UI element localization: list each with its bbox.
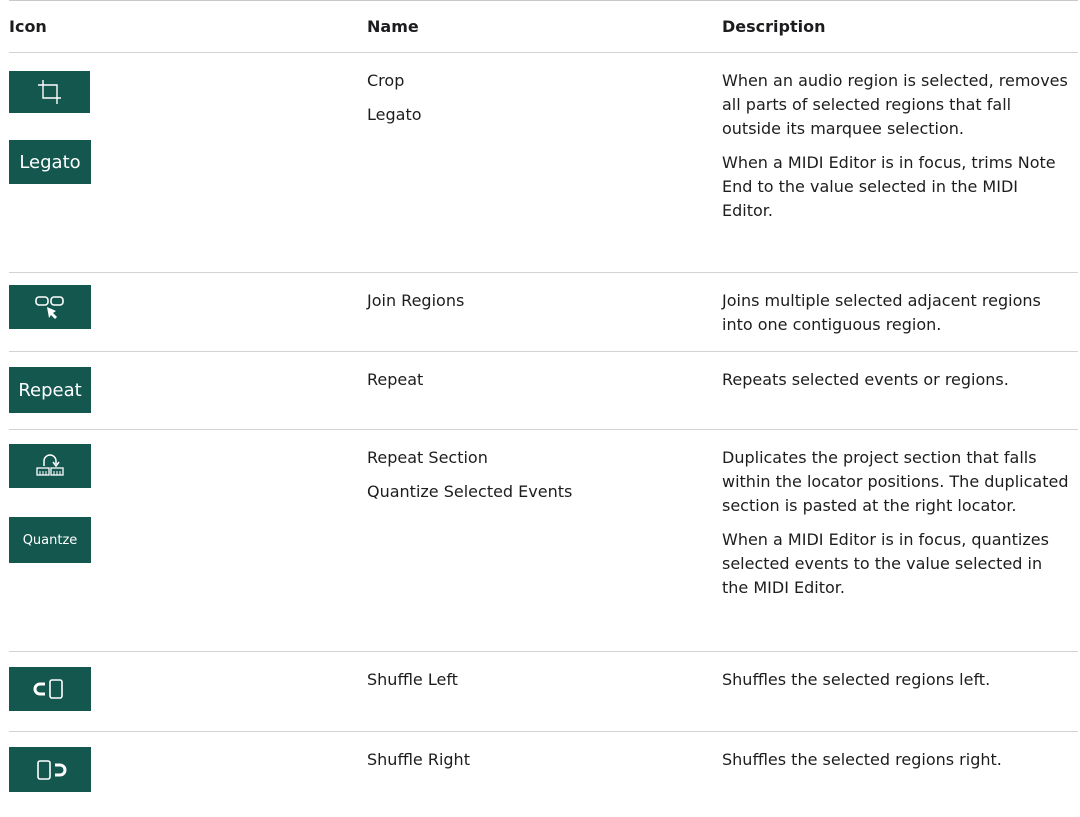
command-description: Duplicates the project section that fall…: [722, 448, 1069, 515]
quantize-icon-label: Quantze: [22, 532, 78, 548]
legato-icon[interactable]: Legato: [9, 140, 91, 184]
join-regions-icon[interactable]: [9, 285, 91, 329]
table-header: Icon Name Description: [9, 1, 1078, 53]
command-description: Joins multiple selected adjacent regions…: [722, 291, 1041, 334]
command-name: Quantize Selected Events: [367, 482, 573, 501]
repeat-section-icon[interactable]: [9, 444, 91, 488]
table-row: Legato Crop Legato When an audio region …: [9, 53, 1078, 273]
table-row: Repeat Repeat Repeats selected events or…: [9, 352, 1078, 430]
repeat-section-glyph: [36, 454, 64, 476]
command-description: When a MIDI Editor is in focus, trims No…: [722, 153, 1056, 220]
command-name: Join Regions: [367, 291, 465, 310]
header-icon: Icon: [9, 17, 47, 36]
table-row: Quantze Repeat Section Quantize Selected…: [9, 430, 1078, 652]
command-description: Shuffles the selected regions right.: [722, 750, 1002, 769]
shuffle-right-glyph: [37, 759, 67, 780]
command-description: Repeats selected events or regions.: [722, 370, 1009, 389]
command-table: Icon Name Description Legato Crop Legato…: [9, 0, 1078, 807]
table-row: Join Regions Joins multiple selected adj…: [9, 273, 1078, 352]
shuffle-right-icon[interactable]: [9, 747, 91, 792]
header-name: Name: [367, 17, 419, 36]
header-description: Description: [722, 17, 826, 36]
repeat-icon[interactable]: Repeat: [9, 367, 91, 413]
command-name: Shuffle Left: [367, 670, 458, 689]
command-description: Shuffles the selected regions left.: [722, 670, 991, 689]
command-name: Legato: [367, 105, 422, 124]
repeat-icon-label: Repeat: [18, 379, 82, 401]
command-name: Repeat: [367, 370, 424, 389]
command-name: Crop: [367, 71, 405, 90]
table-row: Shuffle Right Shuffles the selected regi…: [9, 732, 1078, 807]
command-name: Shuffle Right: [367, 750, 470, 769]
command-description: When a MIDI Editor is in focus, quantize…: [722, 530, 1049, 597]
join-regions-glyph: [35, 296, 64, 319]
shuffle-left-icon[interactable]: [9, 667, 91, 711]
command-name: Repeat Section: [367, 448, 488, 467]
command-description: When an audio region is selected, remove…: [722, 71, 1068, 138]
legato-icon-label: Legato: [19, 151, 81, 173]
crop-glyph: [37, 80, 61, 104]
quantize-icon[interactable]: Quantze: [9, 517, 91, 563]
shuffle-left-glyph: [33, 679, 63, 699]
crop-icon[interactable]: [9, 71, 90, 113]
table-row: Shuffle Left Shuffles the selected regio…: [9, 652, 1078, 732]
